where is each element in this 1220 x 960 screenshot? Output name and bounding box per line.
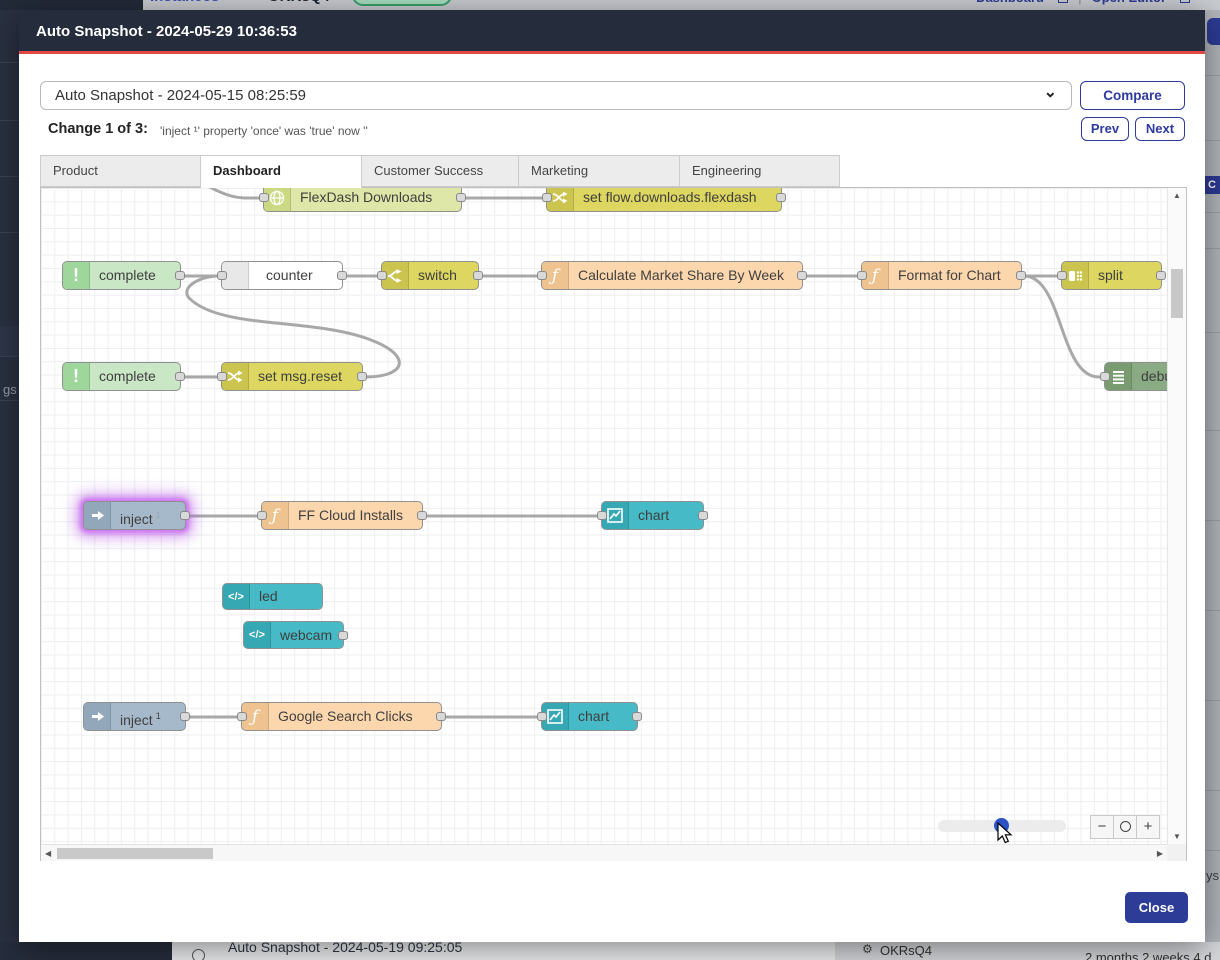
- horizontal-scroll-thumb[interactable]: [57, 848, 213, 859]
- page-bottom-strip: Auto Snapshot - 2024-05-19 09:25:05 ⚙ OK…: [0, 942, 1220, 960]
- zoom-out-button[interactable]: −: [1090, 815, 1114, 839]
- sidebar-bottom: [0, 942, 172, 960]
- external-link-icon: [1058, 0, 1068, 3]
- vertical-scroll-thumb[interactable]: [1171, 269, 1183, 318]
- tab-marketing[interactable]: Marketing: [519, 155, 680, 187]
- status-badge: [352, 0, 452, 6]
- nav-workspace[interactable]: OKRsQ4: [268, 0, 330, 5]
- horizontal-scrollbar[interactable]: ◀ ▶: [41, 844, 1167, 861]
- flow-node-switch[interactable]: switch: [381, 261, 479, 290]
- nav-instances[interactable]: Instances: [150, 0, 219, 5]
- change-counter: Change 1 of 3:: [48, 121, 148, 137]
- flow-node-split[interactable]: split: [1061, 261, 1162, 290]
- flow-node-counter[interactable]: counter: [221, 261, 343, 290]
- flow-drawing-area[interactable]: FlexDash Downloads set flow.downloads.fl…: [41, 188, 1167, 844]
- snapshot-select[interactable]: Auto Snapshot - 2024-05-15 08:25:59 ⌄: [40, 81, 1072, 110]
- flow-node-chart[interactable]: chart: [601, 501, 704, 530]
- external-link-icon: [1180, 0, 1190, 3]
- chevron-down-icon: ⌄: [1044, 79, 1057, 106]
- flow-node-inject-selected[interactable]: inject1: [83, 501, 186, 530]
- scroll-up-icon[interactable]: ▲: [1173, 191, 1181, 200]
- snapshot-list-item[interactable]: Auto Snapshot - 2024-05-19 09:25:05: [228, 942, 462, 955]
- flow-node-chart[interactable]: chart: [541, 702, 638, 731]
- close-button[interactable]: Close: [1125, 892, 1188, 923]
- flow-tabs: Product Dashboard Customer Success Marke…: [40, 155, 840, 187]
- flow-node-google-search-clicks[interactable]: ƒ Google Search Clicks: [241, 702, 442, 731]
- flow-node-set-flow-downloads[interactable]: set flow.downloads.flexdash: [546, 188, 782, 212]
- mouse-cursor: [997, 822, 1017, 844]
- scroll-right-icon[interactable]: ▶: [1157, 849, 1163, 858]
- dashboard-link[interactable]: Dashboard: [976, 0, 1044, 5]
- flow-node-calculate-market-share[interactable]: ƒ Calculate Market Share By Week: [541, 261, 803, 290]
- flow-node-ff-cloud-installs[interactable]: ƒ FF Cloud Installs: [261, 501, 423, 530]
- tab-customer-success[interactable]: Customer Success: [362, 155, 519, 187]
- code-icon: </>: [244, 622, 271, 648]
- open-editor-link[interactable]: Open Editor: [1092, 0, 1166, 5]
- modal-title: Auto Snapshot - 2024-05-29 10:36:53: [36, 23, 297, 40]
- duration-label: 2 months 2 weeks 4 d: [1085, 950, 1211, 960]
- right-page-sliver: C ys: [1205, 10, 1220, 942]
- top-navbar: Instances OKRsQ4 ▾ Dashboard | Open Edit…: [0, 0, 1220, 10]
- scroll-down-icon[interactable]: ▼: [1173, 832, 1181, 841]
- sidebar-item-fragment[interactable]: gs: [3, 382, 17, 397]
- flow-node-led[interactable]: </> led: [222, 583, 323, 610]
- zoom-controls: − +: [1091, 815, 1160, 839]
- chevron-down-icon: ▾: [332, 0, 338, 3]
- column-fragment: C: [1205, 176, 1220, 194]
- flow-node-inject[interactable]: inject1: [83, 702, 186, 731]
- gear-icon: ⚙: [862, 942, 873, 956]
- flow-canvas: FlexDash Downloads set flow.downloads.fl…: [40, 187, 1187, 861]
- left-sidebar: gs: [0, 10, 19, 942]
- sidebar-corner: [0, 0, 143, 10]
- inject-icon: [84, 703, 111, 730]
- tab-dashboard[interactable]: Dashboard: [201, 155, 362, 188]
- flow-node-webcam[interactable]: </> webcam: [243, 621, 344, 649]
- change-detail: 'inject ¹' property 'once' was 'true' no…: [160, 124, 368, 138]
- scroll-left-icon[interactable]: ◀: [45, 849, 51, 858]
- compare-button[interactable]: Compare: [1080, 81, 1185, 110]
- flow-node-complete[interactable]: ! complete: [62, 261, 181, 290]
- flow-node-complete[interactable]: ! complete: [62, 362, 181, 391]
- code-icon: </>: [223, 584, 250, 609]
- flow-node-debug[interactable]: debug: [1104, 362, 1167, 391]
- exclamation-icon: !: [63, 262, 90, 289]
- inject-icon: [84, 502, 111, 529]
- zoom-in-button[interactable]: +: [1136, 815, 1160, 839]
- flow-node-format-for-chart[interactable]: ƒ Format for Chart: [861, 261, 1022, 290]
- prev-button[interactable]: Prev: [1081, 117, 1129, 141]
- zoom-reset-button[interactable]: [1113, 815, 1137, 839]
- hidden-button-fragment: [1207, 18, 1220, 45]
- vertical-scrollbar[interactable]: ▲ ▼: [1167, 188, 1186, 844]
- scrollbar-corner: [1167, 844, 1186, 861]
- workspace-label: OKRsQ4: [880, 943, 932, 958]
- next-button[interactable]: Next: [1135, 117, 1185, 141]
- modal-header: Auto Snapshot - 2024-05-29 10:36:53: [19, 10, 1205, 54]
- snapshot-modal: Auto Snapshot - 2024-05-29 10:36:53 Auto…: [19, 10, 1205, 942]
- tab-engineering[interactable]: Engineering: [680, 155, 840, 187]
- exclamation-icon: !: [63, 363, 90, 390]
- text-fragment: ys: [1206, 868, 1219, 883]
- clock-icon: [192, 949, 205, 960]
- tab-product[interactable]: Product: [40, 155, 201, 187]
- zoom-reset-icon: [1120, 821, 1131, 832]
- flow-node-set-msg-reset[interactable]: set msg.reset: [221, 362, 363, 391]
- flow-node-flexdash-downloads[interactable]: FlexDash Downloads: [263, 188, 462, 212]
